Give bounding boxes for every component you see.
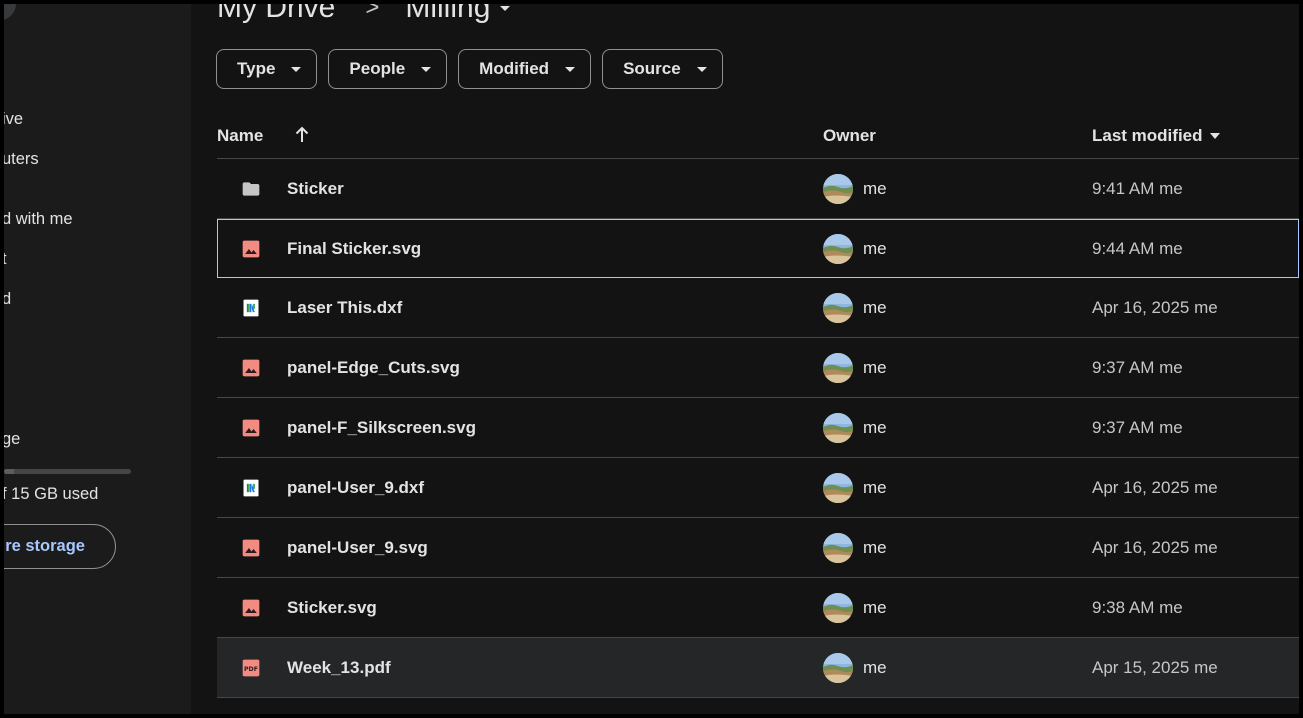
file-name: panel-Edge_Cuts.svg bbox=[287, 358, 460, 377]
caret-down-icon bbox=[1209, 133, 1220, 139]
file-row[interactable]: panel-User_9.dxf me Apr 16, 2025 me bbox=[217, 458, 1299, 518]
file-row[interactable]: panel-Edge_Cuts.svg me 9:37 AM me bbox=[217, 338, 1299, 398]
file-name: panel-User_9.dxf bbox=[287, 478, 424, 497]
chip-label: People bbox=[349, 59, 406, 78]
breadcrumb-separator: > bbox=[365, 4, 380, 21]
owner-name: me bbox=[863, 179, 887, 198]
drawing-file-icon bbox=[241, 298, 261, 318]
last-modified: 9:44 AM me bbox=[1092, 239, 1183, 258]
owner-avatar bbox=[823, 234, 853, 264]
sidebar-item-storage[interactable]: ge bbox=[4, 430, 20, 449]
owner-avatar bbox=[823, 593, 853, 623]
caret-down-icon bbox=[565, 66, 576, 72]
filter-modified-chip[interactable]: Modified bbox=[458, 49, 592, 89]
last-modified: 9:41 AM me bbox=[1092, 179, 1183, 198]
storage-progress-fill bbox=[4, 469, 15, 474]
filter-chips: Type People Modified Source bbox=[216, 49, 723, 89]
storage-progress-bar bbox=[4, 469, 131, 474]
sidebar-item-recent[interactable]: t bbox=[4, 250, 7, 269]
file-name: Sticker.svg bbox=[287, 598, 377, 617]
column-header-last-modified[interactable]: Last modified bbox=[1092, 126, 1220, 146]
breadcrumb: My Drive > Milling bbox=[217, 4, 511, 28]
file-name: Sticker bbox=[287, 179, 344, 198]
breadcrumb-current-folder[interactable]: Milling bbox=[405, 4, 490, 25]
caret-down-icon bbox=[421, 66, 432, 72]
owner-name: me bbox=[863, 239, 887, 258]
owner-name: me bbox=[863, 418, 887, 437]
chip-label: Modified bbox=[479, 59, 550, 78]
sidebar: ive uters d with me t d ge f 15 GB used … bbox=[4, 4, 191, 714]
sidebar-item-shared-with-me[interactable]: d with me bbox=[4, 210, 73, 229]
storage-used-text: f 15 GB used bbox=[4, 485, 99, 503]
owner-avatar bbox=[823, 533, 853, 563]
file-row-hovered[interactable]: Week_13.pdf me Apr 15, 2025 me bbox=[217, 638, 1299, 698]
file-list: Sticker me 9:41 AM me Final Sticker.svg … bbox=[217, 159, 1299, 698]
breadcrumb-my-drive[interactable]: My Drive bbox=[217, 4, 335, 25]
image-icon bbox=[241, 239, 261, 259]
filter-source-chip[interactable]: Source bbox=[602, 49, 723, 89]
file-name: panel-User_9.svg bbox=[287, 538, 428, 557]
file-row[interactable]: Sticker.svg me 9:38 AM me bbox=[217, 578, 1299, 638]
owner-name: me bbox=[863, 478, 887, 497]
sidebar-item-computers[interactable]: uters bbox=[4, 150, 39, 169]
sort-ascending-arrow-icon[interactable] bbox=[295, 126, 309, 144]
pdf-icon bbox=[241, 658, 261, 678]
file-row-selected[interactable]: Final Sticker.svg me 9:44 AM me bbox=[217, 219, 1299, 278]
main-content: My Drive > Milling Type People Modified … bbox=[191, 4, 1299, 714]
folder-menu-caret-icon[interactable] bbox=[500, 5, 511, 11]
file-name: panel-F_Silkscreen.svg bbox=[287, 418, 476, 437]
image-icon bbox=[241, 418, 261, 438]
last-modified: Apr 16, 2025 me bbox=[1092, 538, 1218, 557]
last-modified: Apr 16, 2025 me bbox=[1092, 298, 1218, 317]
file-name: Week_13.pdf bbox=[287, 658, 391, 677]
file-row[interactable]: Laser This.dxf me Apr 16, 2025 me bbox=[217, 278, 1299, 338]
filter-people-chip[interactable]: People bbox=[328, 49, 448, 89]
image-icon bbox=[241, 538, 261, 558]
chip-label: Source bbox=[623, 59, 681, 78]
owner-name: me bbox=[863, 358, 887, 377]
owner-avatar bbox=[823, 353, 853, 383]
chip-label: Type bbox=[237, 59, 276, 78]
column-header-name[interactable]: Name bbox=[217, 126, 263, 146]
owner-avatar bbox=[823, 413, 853, 443]
column-header-owner[interactable]: Owner bbox=[823, 126, 876, 146]
owner-avatar bbox=[823, 174, 853, 204]
file-name: Final Sticker.svg bbox=[287, 239, 422, 258]
drawing-file-icon bbox=[241, 478, 261, 498]
owner-avatar bbox=[823, 473, 853, 503]
folder-icon bbox=[241, 179, 261, 199]
last-modified: 9:37 AM me bbox=[1092, 358, 1183, 377]
get-more-storage-button[interactable]: re storage bbox=[4, 524, 116, 569]
image-icon bbox=[241, 358, 261, 378]
owner-name: me bbox=[863, 658, 887, 677]
last-modified: 9:37 AM me bbox=[1092, 418, 1183, 437]
file-row[interactable]: panel-User_9.svg me Apr 16, 2025 me bbox=[217, 518, 1299, 578]
owner-name: me bbox=[863, 598, 887, 617]
owner-avatar bbox=[823, 653, 853, 683]
file-row[interactable]: panel-F_Silkscreen.svg me 9:37 AM me bbox=[217, 398, 1299, 458]
column-header-last-modified-label: Last modified bbox=[1092, 126, 1203, 145]
image-icon bbox=[241, 598, 261, 618]
owner-name: me bbox=[863, 538, 887, 557]
caret-down-icon bbox=[696, 66, 707, 72]
sidebar-item-my-drive[interactable]: ive bbox=[4, 110, 23, 129]
app-window: ive uters d with me t d ge f 15 GB used … bbox=[4, 4, 1299, 714]
last-modified: Apr 15, 2025 me bbox=[1092, 658, 1218, 677]
last-modified: 9:38 AM me bbox=[1092, 598, 1183, 617]
new-button[interactable] bbox=[4, 4, 16, 20]
last-modified: Apr 16, 2025 me bbox=[1092, 478, 1218, 497]
owner-name: me bbox=[863, 298, 887, 317]
file-name: Laser This.dxf bbox=[287, 298, 403, 317]
owner-avatar bbox=[823, 293, 853, 323]
filter-type-chip[interactable]: Type bbox=[216, 49, 318, 89]
sidebar-item-starred[interactable]: d bbox=[4, 290, 11, 309]
caret-down-icon bbox=[291, 66, 302, 72]
file-row[interactable]: Sticker me 9:41 AM me bbox=[217, 159, 1299, 219]
file-list-header: Name Owner Last modified bbox=[217, 108, 1299, 159]
